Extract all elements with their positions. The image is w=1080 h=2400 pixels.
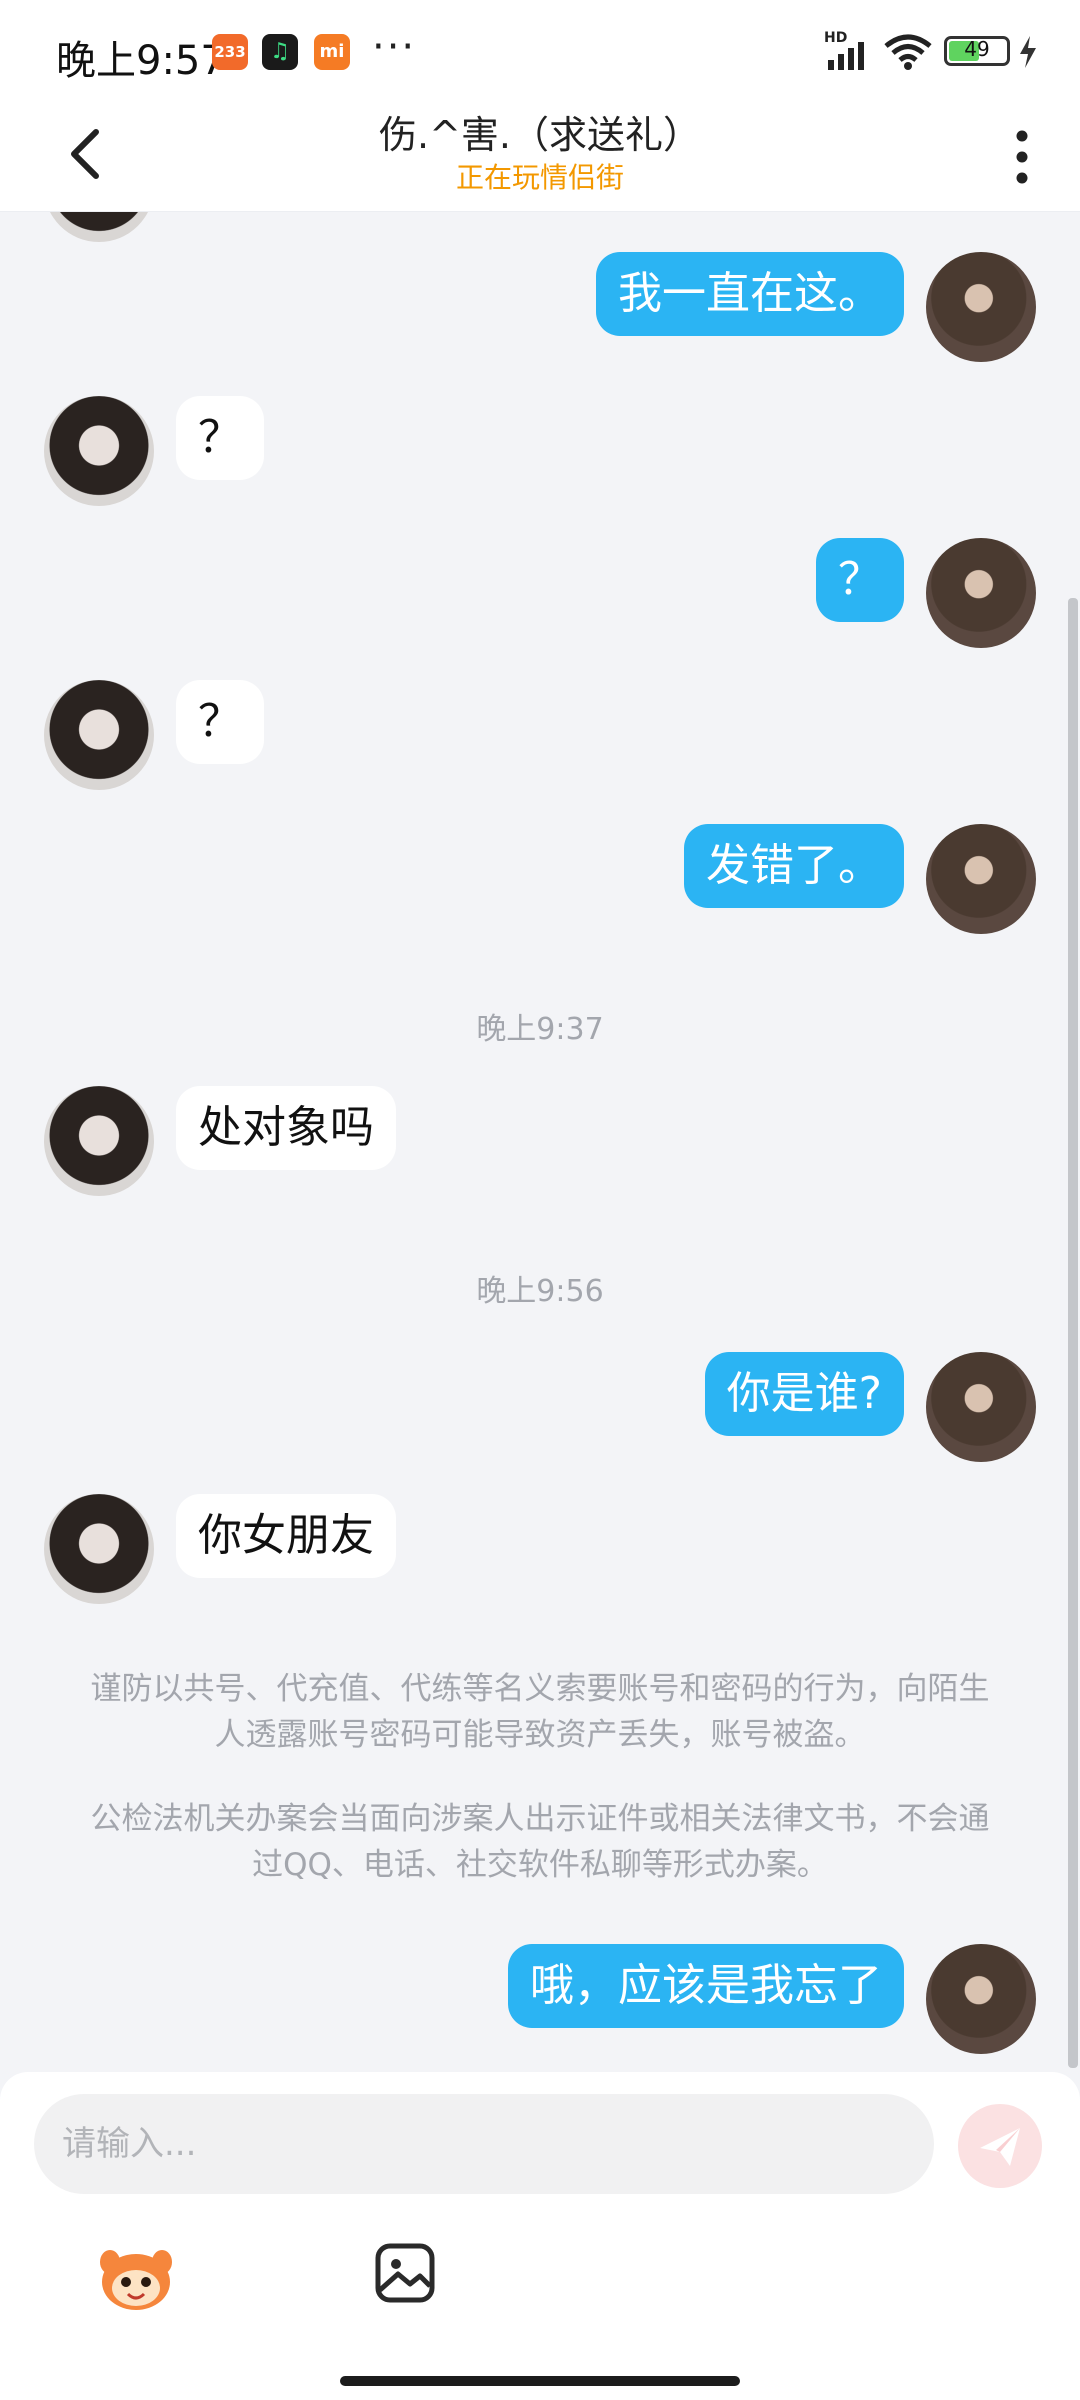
security-notice: 谨防以共号、代充值、代练等名义索要账号和密码的行为，向陌生人透露账号密码可能导致…	[90, 1671, 990, 1753]
image-button[interactable]	[372, 2240, 438, 2306]
music-app-icon: ♫	[262, 34, 298, 70]
status-icons: HD 49	[820, 30, 1060, 74]
contact-avatar[interactable]	[44, 1086, 154, 1196]
contact-avatar[interactable]	[44, 212, 154, 242]
mi-app-icon: mi	[314, 34, 350, 70]
message-bubble-sent[interactable]: 我一直在这。	[596, 252, 904, 336]
charging-icon	[1020, 36, 1036, 68]
timestamp-label: 晚上9:37	[476, 1012, 604, 1047]
my-avatar[interactable]	[926, 1944, 1036, 2054]
my-avatar[interactable]	[926, 252, 1036, 362]
status-time: 晚上9:57	[56, 38, 226, 84]
signal-icon	[828, 42, 864, 70]
my-avatar[interactable]	[926, 538, 1036, 648]
my-avatar[interactable]	[926, 824, 1036, 934]
send-icon	[980, 2128, 1020, 2166]
mascot-emoji-icon	[100, 2250, 172, 2310]
contact-avatar[interactable]	[44, 1494, 154, 1604]
message-bubble-sent[interactable]: ？	[816, 538, 904, 622]
contact-avatar[interactable]	[44, 396, 154, 506]
home-indicator[interactable]	[340, 2376, 740, 2386]
message-input-bar	[0, 2072, 1080, 2400]
message-bubble-received[interactable]: ？	[176, 396, 264, 480]
233-app-icon: 233	[212, 34, 248, 70]
message-input[interactable]	[34, 2094, 934, 2194]
chat-header: 伤.^害.（求送礼） 正在玩情侣街	[0, 100, 1080, 212]
more-options-button[interactable]	[1002, 122, 1042, 192]
timestamp-label: 晚上9:56	[476, 1274, 604, 1309]
status-bar: 晚上9:57 233 ♫ mi ··· HD 49	[0, 0, 1080, 100]
my-avatar[interactable]	[926, 1352, 1036, 1462]
more-vertical-icon	[1016, 130, 1028, 184]
chat-title: 伤.^害.（求送礼）	[379, 113, 701, 157]
more-notifications-icon: ···	[372, 24, 417, 70]
message-bubble-sent[interactable]: 哦，应该是我忘了	[508, 1944, 904, 2028]
chat-subtitle: 正在玩情侣街	[455, 161, 624, 194]
message-bubble-sent[interactable]: 你是谁?	[704, 1352, 904, 1436]
message-bubble-received[interactable]: 处对象吗	[176, 1086, 396, 1170]
contact-avatar[interactable]	[44, 680, 154, 790]
message-bubble-received[interactable]: ？	[176, 680, 264, 764]
send-button[interactable]	[958, 2104, 1042, 2188]
image-picker-icon	[375, 2243, 435, 2303]
emoji-button[interactable]	[94, 2240, 178, 2314]
message-bubble-sent[interactable]: 发错了。	[684, 824, 904, 908]
battery-icon: 49	[944, 36, 1010, 66]
chat-scrollbar[interactable]	[1068, 598, 1078, 2068]
message-bubble-received[interactable]: 你女朋友	[176, 1494, 396, 1578]
battery-level: 49	[964, 37, 990, 61]
chat-message-list[interactable]: 我一直在这。 ？ ？ ？ 发错了。 晚上9:37 处对象吗 晚上9:56 你是谁…	[0, 212, 1080, 2072]
security-notice: 公检法机关办案会当面向涉案人出示证件或相关法律文书，不会通过QQ、电话、社交软件…	[90, 1801, 990, 1883]
wifi-icon	[884, 34, 932, 70]
